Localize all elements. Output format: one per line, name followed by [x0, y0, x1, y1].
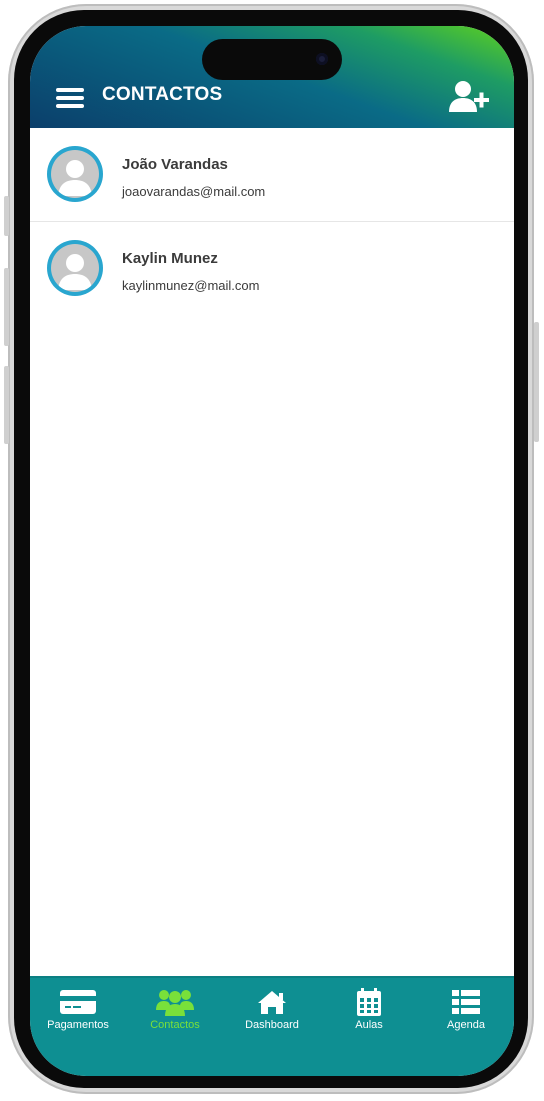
credit-card-icon	[58, 988, 98, 1016]
avatar	[47, 240, 103, 296]
contact-name: Kaylin Munez	[122, 250, 218, 267]
calendar-icon	[349, 988, 389, 1016]
nav-dashboard[interactable]: Dashboard	[224, 978, 320, 1048]
phone-side-button	[4, 366, 9, 444]
nav-label: Contactos	[150, 1019, 200, 1031]
user-placeholder-icon	[58, 254, 92, 290]
nav-pagamentos[interactable]: Pagamentos	[30, 978, 126, 1048]
phone-side-button	[4, 196, 9, 236]
user-placeholder-icon	[58, 160, 92, 196]
phone-side-button	[4, 268, 9, 346]
contact-email: joaovarandas@mail.com	[122, 184, 266, 199]
nav-contactos[interactable]: Contactos	[127, 978, 223, 1048]
contact-list: João Varandas joaovarandas@mail.com Kayl…	[30, 128, 514, 315]
contact-email: kaylinmunez@mail.com	[122, 278, 260, 293]
home-icon	[252, 988, 292, 1016]
bottom-nav: Pagamentos Contactos Dashboard Aulas Age…	[30, 976, 514, 1076]
camera-icon	[316, 53, 328, 65]
nav-agenda[interactable]: Agenda	[418, 978, 514, 1048]
nav-label: Agenda	[447, 1019, 485, 1031]
dynamic-island	[202, 39, 342, 80]
users-icon	[155, 988, 195, 1016]
contact-name: João Varandas	[122, 156, 228, 173]
nav-label: Aulas	[355, 1019, 383, 1031]
nav-label: Dashboard	[245, 1019, 299, 1031]
nav-aulas[interactable]: Aulas	[321, 978, 417, 1048]
hamburger-icon[interactable]	[56, 88, 84, 108]
phone-side-button	[534, 322, 539, 442]
list-icon	[446, 988, 486, 1016]
page-title: CONTACTOS	[102, 84, 223, 105]
contact-list-item[interactable]: Kaylin Munez kaylinmunez@mail.com	[30, 222, 514, 315]
avatar	[47, 146, 103, 202]
add-user-icon[interactable]	[449, 80, 491, 114]
contact-list-item[interactable]: João Varandas joaovarandas@mail.com	[30, 128, 514, 222]
nav-label: Pagamentos	[47, 1019, 109, 1031]
app-screen: CONTACTOS João Varandas joaovarandas@mai…	[30, 26, 514, 1076]
